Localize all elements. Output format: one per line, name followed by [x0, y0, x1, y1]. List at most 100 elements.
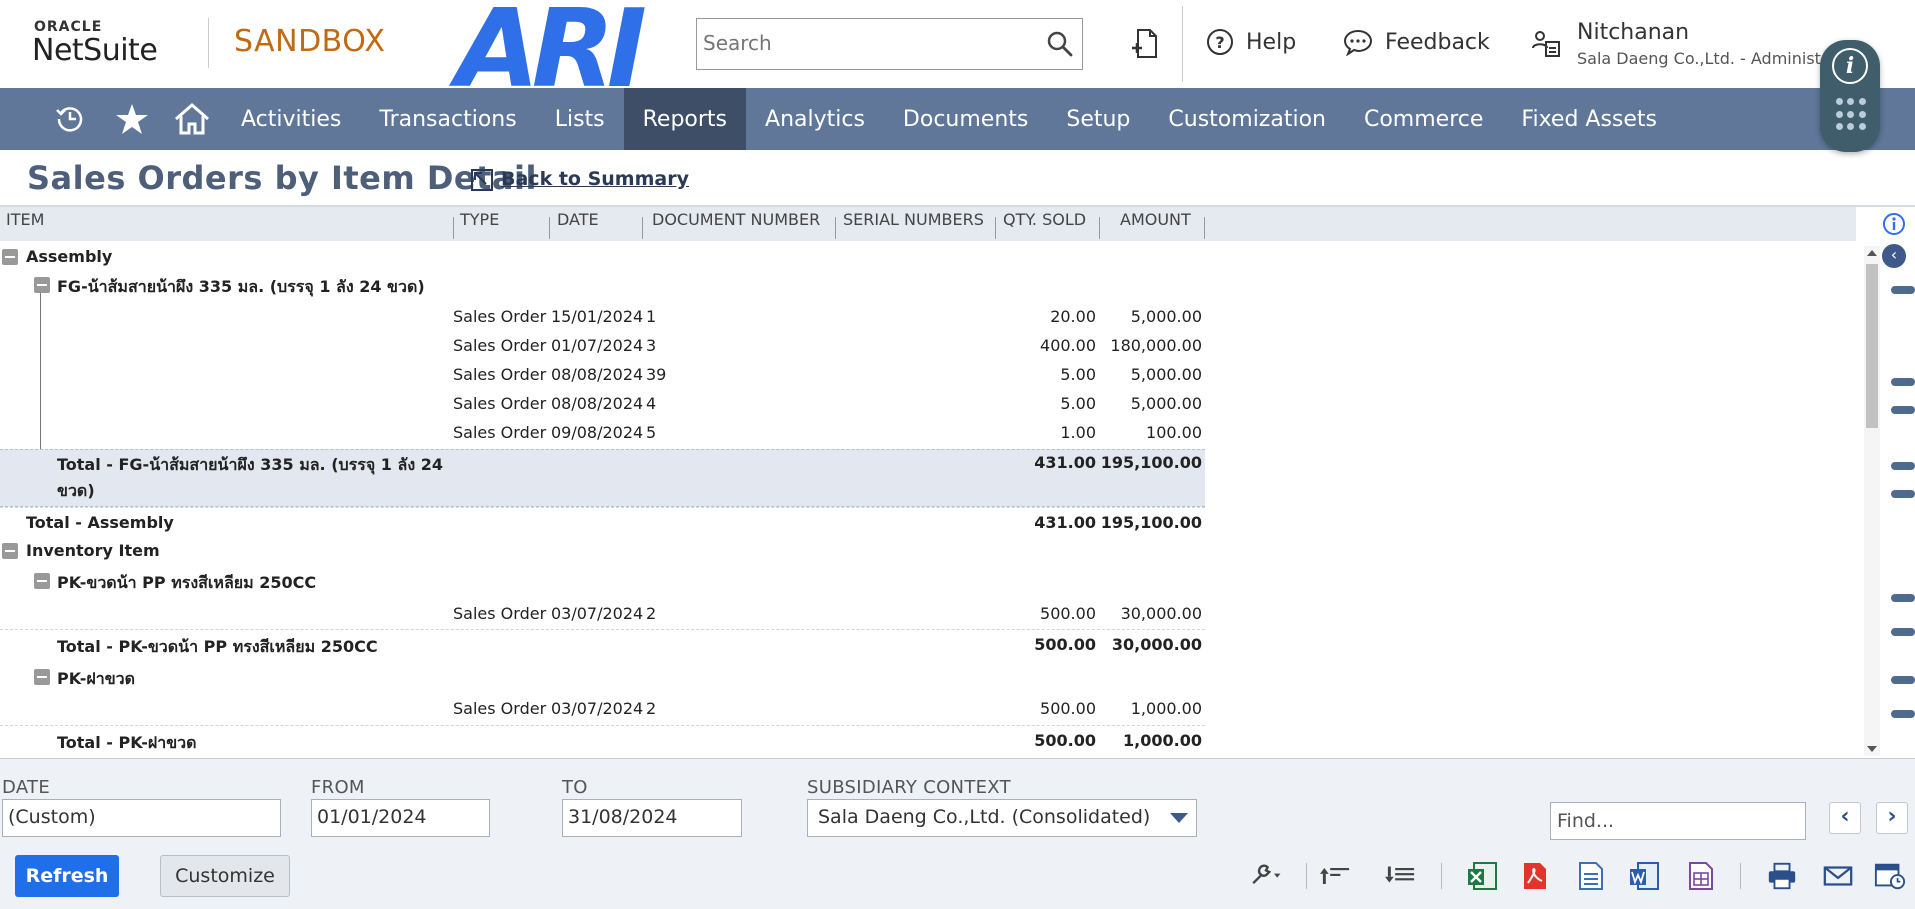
report-detail-row[interactable]: Sales Order 09/08/2024 5 1.00 100.00 [0, 423, 1205, 447]
report-filters: DATE (Custom) FROM 01/01/2024 TO 31/08/2… [0, 758, 1915, 909]
col-serial-numbers[interactable]: SERIAL NUMBERS [843, 210, 984, 229]
info-icon[interactable]: i [1832, 48, 1868, 84]
col-document-number[interactable]: DOCUMENT NUMBER [652, 210, 820, 229]
main-navigation: Activities Transactions Lists Reports Analyt… [0, 88, 1915, 150]
side-marker[interactable] [1891, 490, 1915, 498]
col-date[interactable]: DATE [557, 210, 599, 229]
side-marker[interactable] [1891, 628, 1915, 636]
col-amount[interactable]: AMOUNT [1120, 210, 1191, 229]
export-spreadsheet-icon[interactable] [1684, 861, 1716, 891]
subgroup-label: FG-น้าส้มสายน้าผึง 335 มล. (บรรจุ 1 ลัง … [57, 277, 425, 296]
export-csv-icon[interactable] [1574, 861, 1606, 891]
settings-wrench-icon[interactable] [1250, 861, 1282, 891]
nav-setup[interactable]: Setup [1047, 88, 1149, 150]
qty-cell: 500.00 [1040, 699, 1096, 718]
nav-reports[interactable]: Reports [623, 88, 747, 150]
collapse-group-icon[interactable] [2, 249, 18, 265]
type-cell: Sales Order [453, 604, 547, 623]
amount-cell: 180,000.00 [1110, 336, 1202, 355]
nav-documents[interactable]: Documents [884, 88, 1047, 150]
next-match-button[interactable]: › [1876, 802, 1908, 834]
find-input[interactable]: Find... [1550, 802, 1806, 840]
back-to-summary-link[interactable]: Back to Summary [501, 168, 689, 190]
floating-help-widget[interactable]: i [1820, 40, 1880, 152]
nav-transactions[interactable]: Transactions [360, 88, 535, 150]
amount-cell: 5,000.00 [1130, 394, 1202, 413]
recent-records-icon[interactable] [44, 88, 96, 150]
to-date-field[interactable]: 31/08/2024 [562, 799, 742, 837]
nav-activities[interactable]: Activities [222, 88, 360, 150]
date-filter-field[interactable]: (Custom) [2, 799, 281, 837]
nav-customization[interactable]: Customization [1149, 88, 1345, 150]
qty-cell: 1.00 [1060, 423, 1096, 442]
scroll-down-arrow[interactable] [1867, 746, 1877, 752]
scroll-thumb[interactable] [1866, 264, 1878, 428]
report-subtotal-row: Total - FG-น้าส้มสายน้าผึง 335 มล. (บรรจ… [0, 453, 1205, 500]
info-icon[interactable] [1882, 212, 1906, 236]
export-pdf-icon[interactable] [1518, 861, 1550, 891]
document-number-cell: 1 [646, 307, 657, 326]
schedule-icon[interactable] [1874, 861, 1906, 891]
global-search[interactable] [696, 18, 1083, 70]
role-switch-icon[interactable] [1530, 28, 1562, 60]
report-column-header: ITEM TYPE DATE DOCUMENT NUMBER SERIAL NU… [0, 207, 1856, 241]
feedback-link[interactable]: Feedback [1343, 28, 1490, 56]
col-qty-sold[interactable]: QTY. SOLD [1003, 210, 1086, 229]
export-excel-icon[interactable] [1466, 861, 1498, 891]
collapse-panel-icon[interactable]: ‹ [1882, 244, 1906, 268]
report-detail-row[interactable]: Sales Order 08/08/2024 4 5.00 5,000.00 [0, 394, 1205, 418]
col-item[interactable]: ITEM [6, 210, 44, 229]
report-detail-row[interactable]: Sales Order 15/01/2024 1 20.00 5,000.00 [0, 307, 1205, 331]
collapse-group-icon[interactable] [34, 669, 50, 685]
nav-fixed-assets[interactable]: Fixed Assets [1502, 88, 1676, 150]
customize-button[interactable]: Customize [160, 855, 290, 897]
user-role[interactable]: Sala Daeng Co.,Ltd. - Administrator [1577, 49, 1837, 68]
side-marker[interactable] [1891, 286, 1915, 294]
report-detail-row[interactable]: Sales Order 03/07/2024 2 500.00 1,000.00 [0, 699, 1205, 723]
side-marker[interactable] [1891, 710, 1915, 718]
dropdown-arrow-icon[interactable] [1170, 813, 1188, 823]
row-divider [0, 629, 1205, 630]
from-date-field[interactable]: 01/01/2024 [311, 799, 490, 837]
report-detail-row[interactable]: Sales Order 01/07/2024 3 400.00 180,000.00 [0, 336, 1205, 360]
nav-lists[interactable]: Lists [536, 88, 624, 150]
side-marker[interactable] [1891, 378, 1915, 386]
user-name[interactable]: Nitchanan [1577, 20, 1689, 45]
collapse-group-icon[interactable] [34, 277, 50, 293]
previous-match-button[interactable]: ‹ [1829, 802, 1861, 834]
side-marker[interactable] [1891, 676, 1915, 684]
document-number-cell: 4 [646, 394, 657, 413]
collapse-all-icon[interactable] [1320, 861, 1352, 891]
collapse-group-icon[interactable] [2, 543, 18, 559]
help-link[interactable]: ? Help [1206, 28, 1296, 56]
app-grid-icon[interactable] [1836, 98, 1866, 132]
amount-total-cell: 30,000.00 [1111, 635, 1202, 654]
netsuite-logo[interactable]: NetSuite [32, 33, 158, 68]
email-icon[interactable] [1822, 861, 1854, 891]
export-word-icon[interactable] [1628, 861, 1660, 891]
report-detail-row[interactable]: Sales Order 08/08/2024 39 5.00 5,000.00 [0, 365, 1205, 389]
type-cell: Sales Order [453, 394, 547, 413]
search-input[interactable] [697, 19, 1027, 67]
collapse-group-icon[interactable] [34, 573, 50, 589]
side-marker[interactable] [1891, 406, 1915, 414]
home-icon[interactable] [166, 88, 218, 150]
nav-commerce[interactable]: Commerce [1345, 88, 1502, 150]
side-marker[interactable] [1891, 462, 1915, 470]
side-marker[interactable] [1891, 594, 1915, 602]
search-icon[interactable] [1046, 30, 1074, 58]
subsidiary-context-select[interactable]: Sala Daeng Co.,Ltd. (Consolidated) [807, 799, 1197, 837]
report-scrollbar[interactable] [1864, 246, 1880, 756]
create-new-icon[interactable] [1130, 28, 1160, 60]
expand-all-icon[interactable] [1385, 861, 1417, 891]
nav-analytics[interactable]: Analytics [746, 88, 884, 150]
print-icon[interactable] [1766, 861, 1798, 891]
scroll-up-arrow[interactable] [1867, 250, 1877, 256]
shortcuts-star-icon[interactable] [106, 88, 158, 150]
back-to-summary-icon[interactable] [469, 167, 495, 193]
report-detail-row[interactable]: Sales Order 03/07/2024 2 500.00 30,000.00 [0, 604, 1205, 628]
header: ORACLE NetSuite SANDBOX ARI ? Help Feedb… [0, 0, 1915, 104]
refresh-button[interactable]: Refresh [15, 855, 119, 897]
col-type[interactable]: TYPE [460, 210, 499, 229]
amount-cell: 5,000.00 [1130, 307, 1202, 326]
